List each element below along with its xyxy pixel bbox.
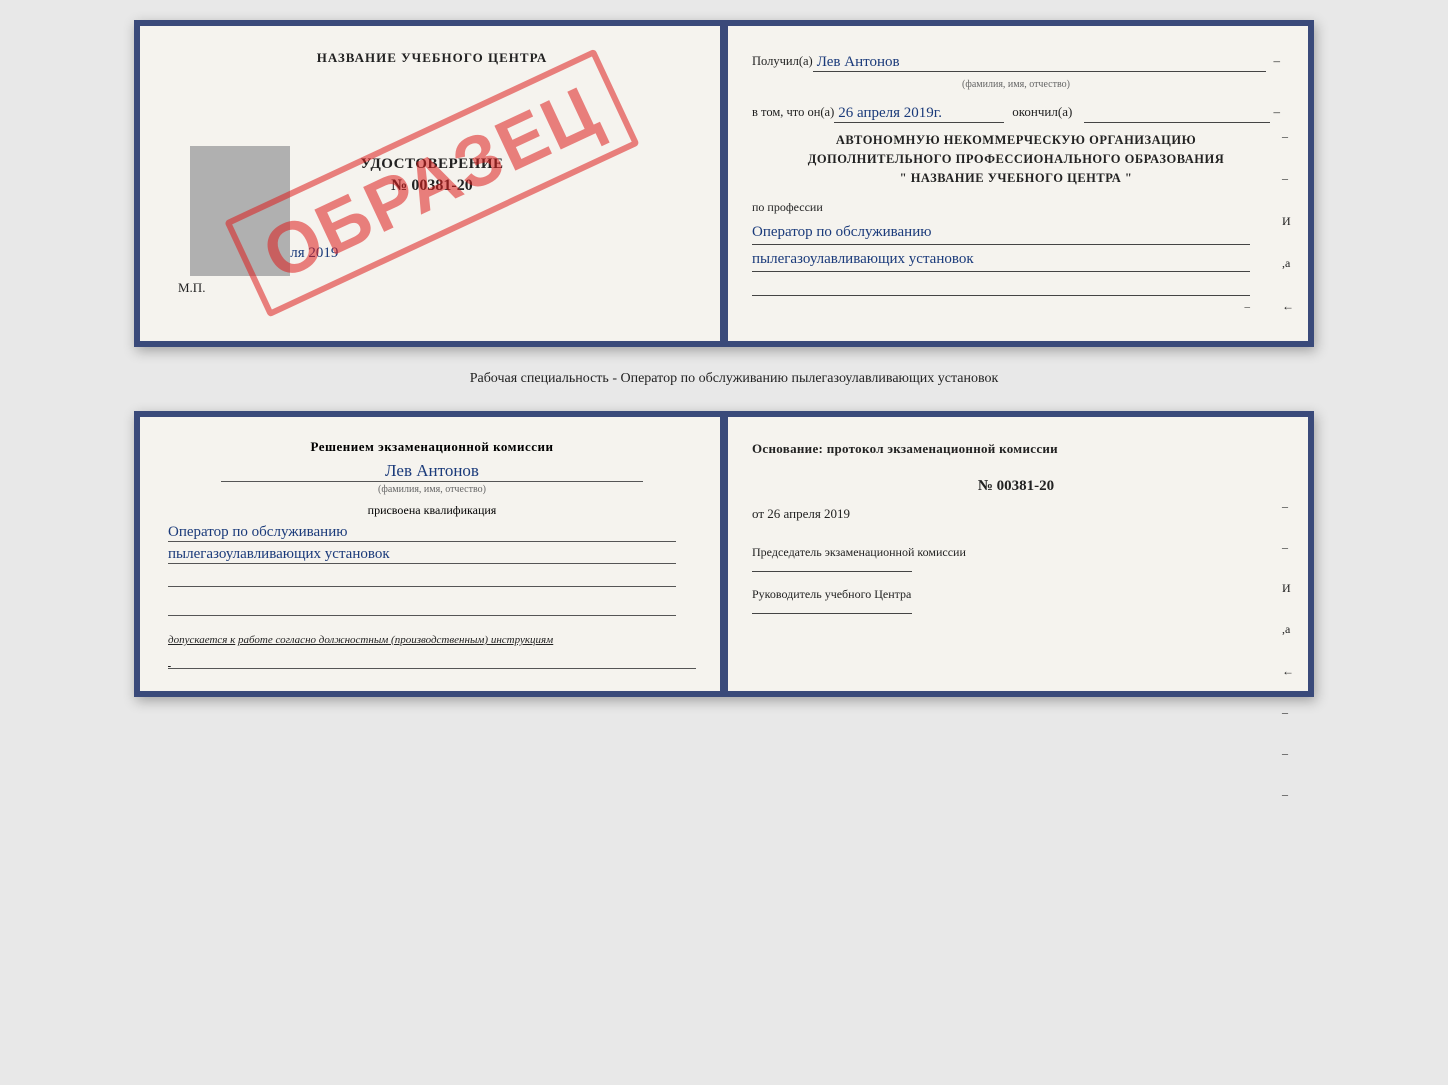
- cert-left-page: НАЗВАНИЕ УЧЕБНОГО ЦЕНТРА УДОСТОВЕРЕНИЕ №…: [140, 26, 724, 341]
- rukovoditel-label: Руководитель учебного Центра: [752, 586, 1280, 603]
- proto-date: от 26 апреля 2019: [752, 504, 1280, 525]
- received-line: Получил(а) Лев Антонов –: [752, 50, 1280, 72]
- bottom-right-page: Основание: протокол экзаменационной коми…: [724, 417, 1308, 691]
- vtom-label: в том, что он(а): [752, 102, 834, 123]
- org-block: АВТОНОМНУЮ НЕКОММЕРЧЕСКУЮ ОРГАНИЗАЦИЮ ДО…: [752, 131, 1280, 187]
- document-container: НАЗВАНИЕ УЧЕБНОГО ЦЕНТРА УДОСТОВЕРЕНИЕ №…: [124, 20, 1324, 697]
- dopuskaetsa-work: работе согласно должностным (производств…: [238, 634, 553, 646]
- kvalif-line1: Оператор по обслуживанию: [168, 524, 676, 542]
- mp-line: М.П.: [178, 280, 696, 296]
- rukovoditel-sig-line: [752, 613, 912, 614]
- dopuskaetsa-block: допускается к работе согласно должностны…: [168, 634, 696, 669]
- proto-date-label: от: [752, 506, 764, 521]
- bottom-right-content: Основание: протокол экзаменационной коми…: [752, 439, 1280, 614]
- vtom-date: 26 апреля 2019г.: [834, 104, 1004, 123]
- fio-sub-top: (фамилия, имя, отчество): [752, 76, 1280, 93]
- fio-sub-bottom: (фамилия, имя, отчество): [168, 484, 696, 495]
- bottom-certificate-book: Решением экзаменационной комиссии Лев Ан…: [134, 411, 1314, 697]
- kvalif-line2: пылегазоулавливающих установок: [168, 546, 676, 564]
- profession-blank-line: [752, 274, 1250, 296]
- received-name: Лев Антонов: [813, 53, 1266, 72]
- dash-after-okoncil: [1084, 122, 1269, 123]
- predsedatel-sig-line: [752, 571, 912, 572]
- bottom-left-page: Решением экзаменационной комиссии Лев Ан…: [140, 417, 724, 691]
- kvalif-blank: [168, 568, 676, 587]
- profession-line1: Оператор по обслуживанию: [752, 220, 1250, 245]
- org-line3: " НАЗВАНИЕ УЧЕБНОГО ЦЕНТРА ": [752, 169, 1280, 188]
- komissia-header: Решением экзаменационной комиссии: [168, 439, 696, 455]
- photo-placeholder: [190, 146, 290, 276]
- bottom-right-dashes: – – И ,а ← – – –: [1282, 497, 1294, 805]
- working-specialty-label: Рабочая специальность - Оператор по обсл…: [450, 371, 999, 387]
- org-line1: АВТОНОМНУЮ НЕКОММЕРЧЕСКУЮ ОРГАНИЗАЦИЮ: [752, 131, 1280, 150]
- profession-line2: пылегазоулавливающих установок: [752, 247, 1250, 272]
- top-certificate-book: НАЗВАНИЕ УЧЕБНОГО ЦЕНТРА УДОСТОВЕРЕНИЕ №…: [134, 20, 1314, 347]
- predsedatel-label: Председатель экзаменационной комиссии: [752, 544, 1280, 561]
- kvalif-block: Оператор по обслуживанию пылегазоулавлив…: [168, 524, 696, 616]
- kvalif-blank2: [168, 597, 676, 616]
- right-dashes: – – И ,а ← – – –: [1282, 126, 1294, 341]
- vtom-line: в том, что он(а) 26 апреля 2019г. окончи…: [752, 101, 1280, 123]
- profession-dash-right: –: [1245, 298, 1251, 317]
- school-name-banner: НАЗВАНИЕ УЧЕБНОГО ЦЕНТРА: [168, 50, 696, 66]
- dopuskaetsa-blank: [168, 656, 696, 669]
- prisvoena-label: присвоена квалификация: [168, 503, 696, 518]
- rukovoditel-block: Руководитель учебного Центра: [752, 586, 1280, 614]
- dopuskaetsa-rest: работе согласно должностным (производств…: [238, 634, 553, 646]
- okoncil-label: окончил(а): [1012, 101, 1072, 123]
- dash-after-name: –: [1274, 50, 1281, 72]
- predsedatel-block: Председатель экзаменационной комиссии: [752, 544, 1280, 572]
- received-label: Получил(а): [752, 51, 813, 72]
- osnovanie-label: Основание: протокол экзаменационной коми…: [752, 439, 1280, 460]
- org-line2: ДОПОЛНИТЕЛЬНОГО ПРОФЕССИОНАЛЬНОГО ОБРАЗО…: [752, 150, 1280, 169]
- proto-number: № 00381-20: [752, 474, 1280, 498]
- profession-label: по профессии: [752, 197, 1250, 217]
- right-dash-1: –: [1274, 101, 1281, 123]
- komissia-name: Лев Антонов: [221, 461, 643, 482]
- profession-block: по профессии Оператор по обслуживанию пы…: [752, 197, 1280, 296]
- cert-right-page: Получил(а) Лев Антонов – (фамилия, имя, …: [724, 26, 1308, 341]
- dopuskaetsa-label: допускается к: [168, 634, 235, 646]
- proto-date-value: 26 апреля 2019: [767, 506, 850, 521]
